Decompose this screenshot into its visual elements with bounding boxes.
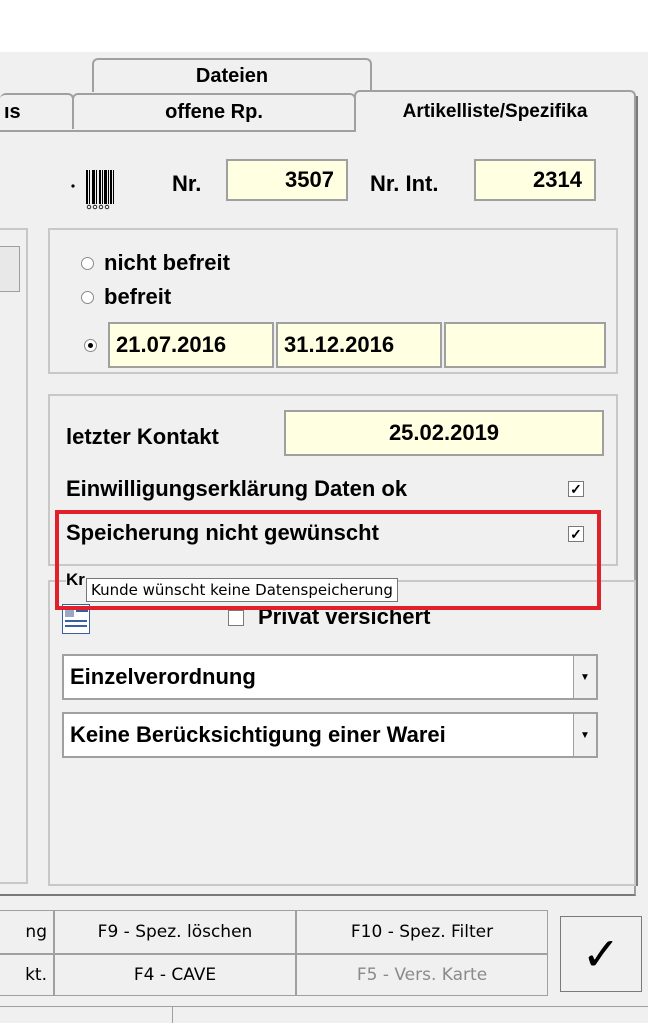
befreit-label: befreit: [104, 284, 172, 309]
nr-int-field[interactable]: 2314: [474, 159, 596, 201]
extra-field[interactable]: [444, 322, 606, 368]
ware-dropdown-arrow[interactable]: ▼: [573, 714, 596, 756]
f5-button[interactable]: F5 - Vers. Karte: [296, 954, 548, 996]
f10-button[interactable]: F10 - Spez. Filter: [296, 910, 548, 954]
tab-offene-rp[interactable]: offene Rp.: [72, 93, 356, 129]
nr-int-label: Nr. Int.: [370, 171, 439, 196]
date-to-value: 31.12.2016: [284, 332, 395, 357]
f4-label: F4 - CAVE: [133, 965, 217, 985]
privat-checkbox[interactable]: [228, 610, 244, 626]
fkey-left-top[interactable]: ng: [0, 910, 54, 954]
date-from-field[interactable]: 21.07.2016: [108, 322, 274, 368]
f9-button[interactable]: F9 - Spez. löschen: [54, 910, 296, 954]
radio-befreit[interactable]: [81, 291, 94, 304]
highlight-box: [55, 510, 601, 610]
tab-artikelliste[interactable]: Artikelliste/Spezifika: [354, 90, 636, 132]
left-column-item[interactable]: [0, 246, 20, 292]
letzter-kontakt-field[interactable]: 25.02.2019: [284, 410, 604, 456]
nr-value: 3507: [285, 167, 334, 192]
ok-button[interactable]: ✓: [560, 916, 642, 992]
tab-dateien-label: Dateien: [195, 64, 269, 87]
verordnung-select[interactable]: Einzelverordnung ▼: [62, 654, 598, 700]
f10-label: F10 - Spez. Filter: [350, 922, 494, 942]
radio-date-range[interactable]: [84, 339, 97, 352]
letzter-kontakt-label: letzter Kontakt: [66, 424, 219, 449]
ware-select-value: Keine Berücksichtigung einer Warei: [70, 722, 446, 747]
status-bar: [0, 1006, 648, 1023]
fkey-left-bottom[interactable]: kt.: [0, 954, 54, 996]
tab-left-label: ıs: [4, 100, 21, 123]
f9-label: F9 - Spez. löschen: [97, 922, 253, 942]
fkey-left-bottom-label: kt.: [25, 965, 47, 985]
ware-select[interactable]: Keine Berücksichtigung einer Warei ▼: [62, 712, 598, 758]
nr-field[interactable]: 3507: [226, 159, 348, 201]
tab-dateien[interactable]: Dateien: [92, 58, 372, 92]
f5-label: F5 - Vers. Karte: [356, 965, 488, 985]
right-edge-line: [636, 96, 638, 886]
f4-button[interactable]: F4 - CAVE: [54, 954, 296, 996]
letzter-kontakt-value: 25.02.2019: [388, 420, 500, 445]
tab-offene-rp-label: offene Rp.: [165, 100, 263, 123]
einwilligung-label: Einwilligungserklärung Daten ok: [66, 476, 408, 501]
verordnung-select-value: Einzelverordnung: [70, 664, 256, 689]
left-column-frame: [0, 228, 28, 884]
tab-artikelliste-label: Artikelliste/Spezifika: [402, 101, 588, 122]
date-to-field[interactable]: 31.12.2016: [276, 322, 442, 368]
tab-left-partial[interactable]: ıs: [0, 93, 74, 129]
nr-label: Nr.: [172, 171, 202, 196]
nicht-befreit-label: nicht befreit: [104, 250, 230, 275]
radio-nicht-befreit[interactable]: [81, 257, 94, 270]
verordnung-dropdown-arrow[interactable]: ▼: [573, 656, 596, 698]
date-from-value: 21.07.2016: [116, 332, 227, 357]
fkey-left-top-label: ng: [25, 922, 47, 942]
nr-int-value: 2314: [533, 167, 582, 192]
status-bar-divider: [172, 1007, 173, 1023]
einwilligung-checkbox[interactable]: ✓: [568, 481, 584, 497]
barcode-icon: [68, 164, 130, 212]
checkmark-icon: ✓: [581, 927, 621, 981]
